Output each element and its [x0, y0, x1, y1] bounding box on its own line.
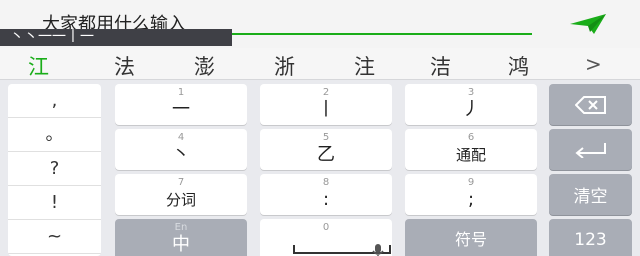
candidate-5[interactable]: 注 — [354, 51, 375, 81]
key-9[interactable]: 9 ; — [405, 174, 537, 215]
space-key[interactable]: 0 — [260, 219, 392, 256]
symbols-button[interactable]: 符号 — [405, 219, 537, 256]
candidate-6[interactable]: 洁 — [430, 51, 451, 81]
candidate-7[interactable]: 鸿 — [508, 51, 529, 81]
key-5[interactable]: 5 乙 — [260, 129, 392, 170]
numbers-button[interactable]: 123 — [549, 219, 632, 256]
backspace-icon — [574, 95, 606, 114]
send-icon — [570, 14, 606, 34]
stroke-preview: 丶丶一一丨一 — [0, 29, 232, 46]
keyboard: , 。 ? ! ~ 1 一 2 丨 3 丿 4 丶 5 乙 6 通配 7 分词 … — [0, 80, 640, 256]
key-4[interactable]: 4 丶 — [115, 129, 247, 170]
punct-tilde[interactable]: ~ — [8, 220, 101, 254]
mic-icon — [372, 244, 384, 256]
backspace-button[interactable] — [549, 84, 632, 125]
punct-exclaim[interactable]: ! — [8, 186, 101, 220]
send-button[interactable] — [566, 8, 610, 40]
language-switch-button[interactable]: En 中 — [115, 219, 247, 256]
punct-question[interactable]: ? — [8, 152, 101, 186]
punctuation-list[interactable]: , 。 ? ! ~ — [8, 84, 101, 256]
key-8[interactable]: 8 : — [260, 174, 392, 215]
candidate-bar: 江 法 澎 浙 注 洁 鸿 > — [0, 48, 640, 80]
input-bar: 大家都用什么输入 丶丶一一丨一 — [0, 0, 640, 48]
clear-button[interactable]: 清空 — [549, 174, 632, 215]
candidates-expand-button[interactable]: > — [585, 52, 602, 76]
key-3[interactable]: 3 丿 — [405, 84, 537, 125]
key-1[interactable]: 1 一 — [115, 84, 247, 125]
candidate-4[interactable]: 浙 — [274, 51, 295, 81]
enter-icon — [574, 142, 606, 158]
key-7-segment[interactable]: 7 分词 — [115, 174, 247, 215]
punct-period[interactable]: 。 — [8, 118, 101, 152]
enter-button[interactable] — [549, 129, 632, 170]
punct-comma[interactable]: , — [8, 84, 101, 118]
candidate-3[interactable]: 澎 — [194, 51, 215, 81]
candidate-1[interactable]: 江 — [28, 51, 49, 81]
key-2[interactable]: 2 丨 — [260, 84, 392, 125]
candidate-2[interactable]: 法 — [114, 51, 135, 81]
key-6-wildcard[interactable]: 6 通配 — [405, 129, 537, 170]
